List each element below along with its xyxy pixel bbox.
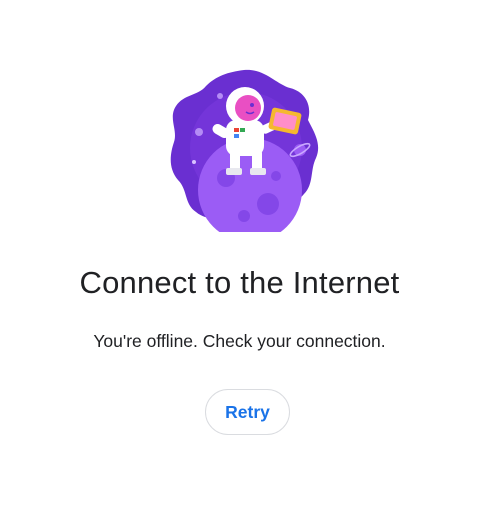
page-title: Connect to the Internet <box>79 265 400 300</box>
retry-button[interactable]: Retry <box>205 389 290 435</box>
offline-message: You're offline. Check your connection. <box>93 331 386 351</box>
offline-illustration <box>164 66 324 242</box>
astronaut-planet-icon <box>170 69 319 242</box>
